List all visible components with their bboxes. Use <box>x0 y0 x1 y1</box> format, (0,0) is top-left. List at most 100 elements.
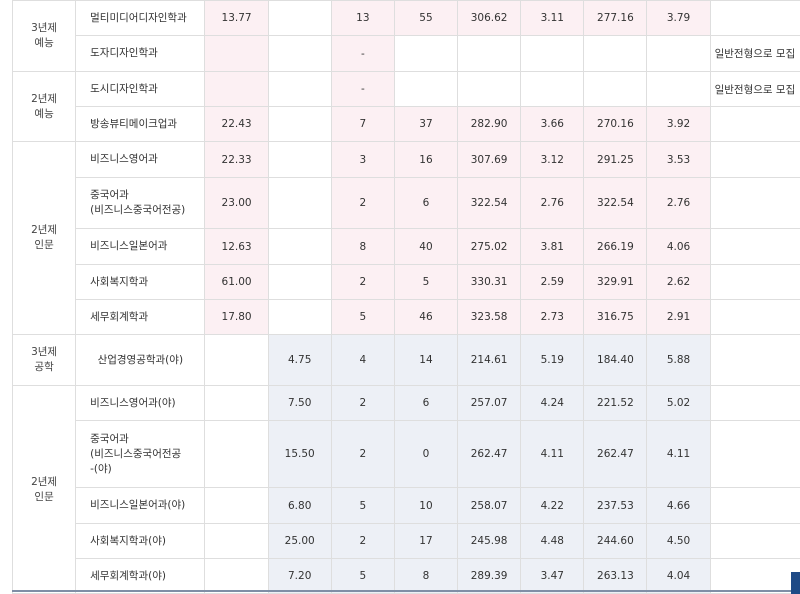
grade-min-cell: 2.91 <box>646 299 711 335</box>
note-cell: 일반전형으로 모집 <box>709 71 800 107</box>
applicants-cell: 16 <box>393 141 459 178</box>
dept-cell: 사회복지학과 <box>75 264 206 300</box>
night-rate-cell: 4.75 <box>267 334 332 386</box>
night-rate-cell <box>267 35 332 72</box>
grade-avg-cell: 3.11 <box>520 0 585 36</box>
score-avg-cell: 245.98 <box>457 523 522 559</box>
score-avg-cell: 262.47 <box>457 420 522 488</box>
applicants-cell: 17 <box>393 523 459 559</box>
score-avg-cell: 330.31 <box>457 264 522 300</box>
score-min-cell <box>583 35 648 72</box>
applicants-cell: 14 <box>393 334 459 386</box>
night-rate-cell <box>267 106 332 142</box>
grade-avg-cell <box>520 71 585 107</box>
quota-cell: 7 <box>330 106 395 142</box>
day-rate-cell: 17.80 <box>204 299 269 335</box>
note-cell <box>709 177 800 229</box>
score-min-cell: 270.16 <box>583 106 648 142</box>
day-rate-cell <box>204 487 269 524</box>
table-row: 세무회계학과 17.80 5 46 323.58 2.73 316.75 2.9… <box>13 299 800 335</box>
dept-cell: 비즈니스일본어과 <box>75 228 206 265</box>
day-rate-cell <box>204 523 269 559</box>
applicants-cell: 0 <box>393 420 459 488</box>
grade-avg-cell: 4.11 <box>520 420 585 488</box>
table-bottom-border <box>12 590 791 592</box>
table-row: 3년제 예능 멀티미디어디자인학과 13.77 13 55 306.62 3.1… <box>11 0 800 72</box>
score-avg-cell <box>457 71 522 107</box>
grade-min-cell: 5.88 <box>646 334 711 386</box>
quota-cell: 2 <box>330 420 395 488</box>
scroll-top-button[interactable] <box>791 572 800 594</box>
grade-min-cell: 4.50 <box>646 523 711 559</box>
note-cell <box>709 264 800 300</box>
night-rate-cell <box>267 264 332 300</box>
note-cell <box>709 334 800 386</box>
score-avg-cell: 306.62 <box>457 0 522 36</box>
score-min-cell: 184.40 <box>583 334 648 386</box>
quota-cell: - <box>330 35 395 72</box>
applicants-cell: 5 <box>393 264 459 300</box>
quota-cell: 2 <box>330 523 395 559</box>
quota-cell: 2 <box>330 177 395 229</box>
note-cell <box>709 299 800 335</box>
score-avg-cell <box>457 35 522 72</box>
dept-cell: 도자디자인학과 <box>75 35 206 72</box>
table-row: 3년제 공학 산업경영공학과(야) 4.75 4 14 214.61 5.19 … <box>11 334 800 386</box>
night-rate-cell: 25.00 <box>267 523 332 559</box>
applicants-cell <box>393 35 459 72</box>
grade-avg-cell: 5.19 <box>520 334 585 386</box>
score-min-cell: 262.47 <box>583 420 648 488</box>
quota-cell: 5 <box>330 299 395 335</box>
applicants-cell: 6 <box>393 177 459 229</box>
table-row: 2년제 예능 도시디자인학과 - 일반전형으로 모집 <box>11 71 800 142</box>
day-rate-cell <box>204 558 269 594</box>
grade-min-cell <box>646 35 711 72</box>
day-rate-cell <box>204 71 269 107</box>
day-rate-cell: 61.00 <box>204 264 269 300</box>
score-min-cell: 266.19 <box>583 228 648 265</box>
dept-cell: 도시디자인학과 <box>75 71 206 107</box>
quota-cell: 13 <box>330 0 395 36</box>
dept-cell: 세무회계학과(야) <box>75 558 206 594</box>
grade-avg-cell: 2.59 <box>520 264 585 300</box>
table-row: 2년제 인문 비즈니스영어과(야) 7.50 2 6 257.07 4.24 2… <box>11 385 800 594</box>
dept-cell: 사회복지학과(야) <box>75 523 206 559</box>
dept-cell: 세무회계학과 <box>75 299 206 335</box>
grade-min-cell: 4.04 <box>646 558 711 594</box>
applicants-cell: 55 <box>393 0 459 36</box>
score-min-cell: 277.16 <box>583 0 648 36</box>
day-rate-cell: 13.77 <box>204 0 269 36</box>
grade-min-cell: 5.02 <box>646 385 711 421</box>
night-rate-cell <box>267 0 332 36</box>
table-row: 세무회계학과(야) 7.20 5 8 289.39 3.47 263.13 4.… <box>13 558 800 594</box>
note-cell <box>709 523 800 559</box>
grade-avg-cell: 2.76 <box>520 177 585 229</box>
category-cell: 2년제 인문 <box>11 141 77 335</box>
category-cell: 2년제 예능 <box>11 71 77 142</box>
note-cell <box>709 558 800 594</box>
day-rate-cell <box>204 334 269 386</box>
note-cell <box>709 0 800 36</box>
dept-cell: 비즈니스일본어과(야) <box>75 487 206 524</box>
grade-min-cell: 3.79 <box>646 0 711 36</box>
grade-min-cell: 3.53 <box>646 141 711 178</box>
grade-avg-cell: 4.24 <box>520 385 585 421</box>
dept-cell: 비즈니스영어과 <box>75 141 206 178</box>
grade-avg-cell: 3.47 <box>520 558 585 594</box>
night-rate-cell <box>267 299 332 335</box>
table-row: 사회복지학과(야) 25.00 2 17 245.98 4.48 244.60 … <box>13 523 800 559</box>
dept-cell: 멀티미디어디자인학과 <box>75 0 206 36</box>
table-row: 비즈니스일본어과(야) 6.80 5 10 258.07 4.22 237.53… <box>13 487 800 524</box>
table-row: 비즈니스일본어과 12.63 8 40 275.02 3.81 266.19 4… <box>13 228 800 265</box>
day-rate-cell <box>204 420 269 488</box>
grade-min-cell: 4.66 <box>646 487 711 524</box>
score-min-cell: 263.13 <box>583 558 648 594</box>
applicants-cell <box>393 71 459 107</box>
quota-cell: 2 <box>330 385 395 421</box>
day-rate-cell <box>204 385 269 421</box>
score-min-cell: 244.60 <box>583 523 648 559</box>
score-avg-cell: 307.69 <box>457 141 522 178</box>
score-avg-cell: 275.02 <box>457 228 522 265</box>
grade-avg-cell: 3.66 <box>520 106 585 142</box>
category-cell: 3년제 예능 <box>11 0 77 72</box>
